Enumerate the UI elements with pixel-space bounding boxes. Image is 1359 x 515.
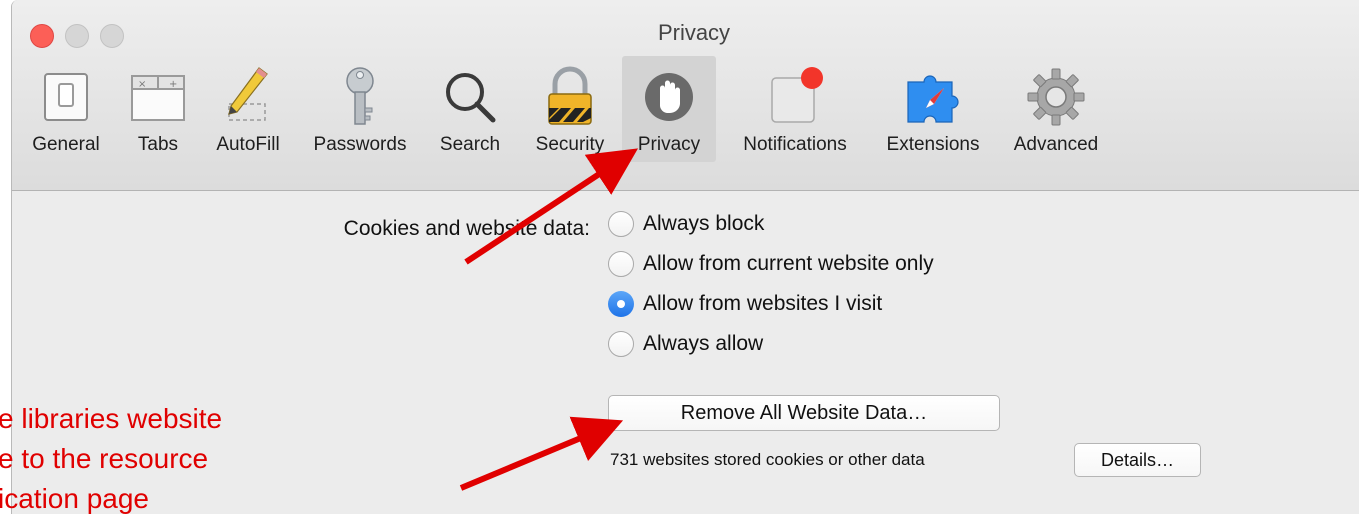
radio-always-block[interactable]: Always block xyxy=(608,209,764,239)
tab-privacy[interactable]: Privacy xyxy=(622,56,716,162)
tab-extensions-label: Extensions xyxy=(886,134,980,155)
tab-advanced-label: Advanced xyxy=(1013,134,1099,155)
radio-allow-websites-visited[interactable]: Allow from websites I visit xyxy=(608,289,882,319)
preferences-toolbar: General × + Tabs AutoFill Passwords Sear… xyxy=(12,56,1359,166)
preferences-window: Privacy General × + Tabs AutoFill Passwo… xyxy=(11,0,1359,514)
tab-tabs[interactable]: × + Tabs xyxy=(118,56,198,162)
svg-text:×: × xyxy=(138,79,146,90)
padlock-icon xyxy=(548,66,592,125)
tab-extensions[interactable]: Extensions xyxy=(870,56,996,162)
tab-passwords-label: Passwords xyxy=(313,134,407,155)
radio-button[interactable] xyxy=(608,251,634,277)
tab-tabs-label: Tabs xyxy=(137,134,179,155)
radio-label: Allow from websites I visit xyxy=(643,292,883,315)
details-button[interactable]: Details… xyxy=(1074,443,1201,477)
tabs-icon: × + xyxy=(131,75,185,121)
puzzle-compass-icon xyxy=(907,75,959,123)
annotation-line-2: e to the resource xyxy=(0,443,209,474)
remove-all-website-data-button[interactable]: Remove All Website Data… xyxy=(608,395,1000,431)
radio-button[interactable] xyxy=(608,331,634,357)
radio-label: Allow from current website only xyxy=(643,252,934,275)
tab-search[interactable]: Search xyxy=(426,56,514,162)
tab-autofill[interactable]: AutoFill xyxy=(202,56,294,162)
svg-text:+: + xyxy=(169,79,177,90)
annotation-line-3: ication page xyxy=(0,483,150,514)
stored-cookies-text: 731 websites stored cookies or other dat… xyxy=(610,450,925,469)
tab-autofill-label: AutoFill xyxy=(216,134,280,155)
title-bar: Privacy General × + Tabs AutoFill Passwo… xyxy=(12,0,1359,191)
window-title: Privacy xyxy=(657,20,731,45)
cookies-label: Cookies and website data: xyxy=(343,217,590,240)
notifications-badge-icon xyxy=(771,67,823,123)
tab-passwords[interactable]: Passwords xyxy=(300,56,420,162)
magnifier-icon xyxy=(446,73,496,123)
tab-notifications[interactable]: Notifications xyxy=(722,56,868,162)
tab-privacy-label: Privacy xyxy=(637,134,701,155)
pencil-icon xyxy=(228,67,268,121)
radio-label: Always allow xyxy=(643,332,764,355)
radio-button[interactable] xyxy=(608,211,634,237)
radio-allow-current-website[interactable]: Allow from current website only xyxy=(608,249,934,279)
tab-security[interactable]: Security xyxy=(520,56,620,162)
tab-notifications-label: Notifications xyxy=(743,134,847,155)
general-switch-icon xyxy=(44,73,88,121)
tab-advanced[interactable]: Advanced xyxy=(1000,56,1112,162)
tab-general-label: General xyxy=(32,134,100,155)
radio-always-allow[interactable]: Always allow xyxy=(608,329,763,359)
privacy-pane: Cookies and website data: Always block A… xyxy=(12,191,1359,514)
tab-security-label: Security xyxy=(535,134,605,155)
gear-icon xyxy=(1027,68,1085,126)
hand-icon xyxy=(645,73,693,121)
radio-button-selected[interactable] xyxy=(608,291,634,317)
radio-label: Always block xyxy=(643,212,765,235)
tab-general[interactable]: General xyxy=(20,56,112,162)
annotation-line-1: e libraries website xyxy=(0,403,223,434)
tab-search-label: Search xyxy=(439,134,501,155)
key-icon xyxy=(346,67,374,125)
